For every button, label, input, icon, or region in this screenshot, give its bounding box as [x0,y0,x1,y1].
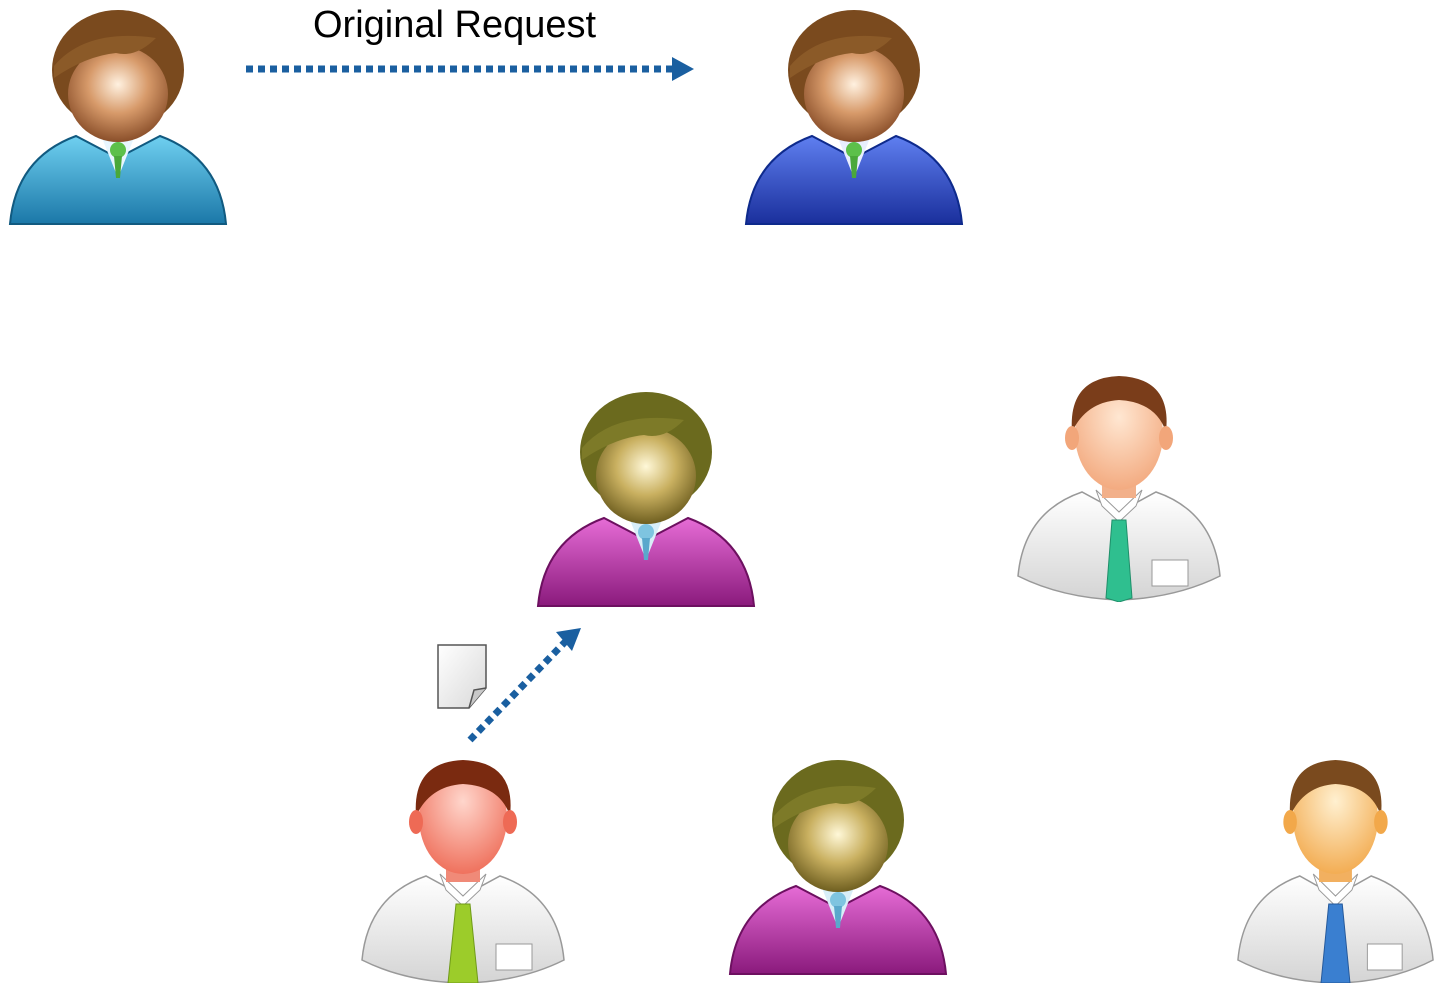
document-icon [437,644,487,709]
person-middle-magenta-icon [534,390,758,612]
person-top-right-icon [1016,372,1222,602]
person-bottom-left-icon [360,756,566,983]
person-receiver-icon [742,8,966,230]
person-bottom-right-icon [1236,756,1435,983]
person-bottom-magenta-icon [726,758,950,980]
original-request-arrow [246,57,694,81]
person-sender-icon [6,8,230,230]
